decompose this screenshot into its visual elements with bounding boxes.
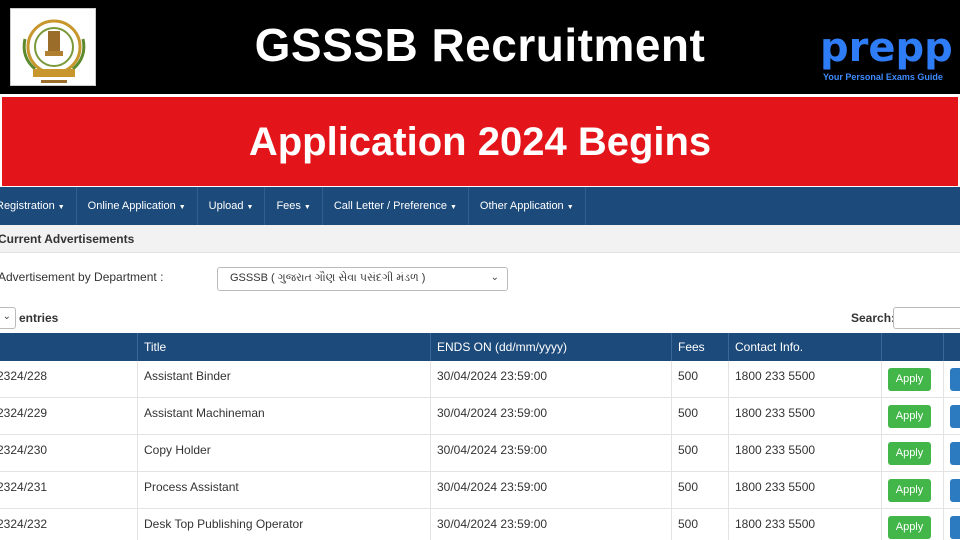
nav-label: Other Application [479,200,564,212]
nav-registration[interactable]: Registration ▼ [0,187,77,225]
apply-button[interactable]: Apply [888,479,931,502]
fees: 500 [672,398,729,434]
ends-on: 30/04/2024 23:59:00 [431,472,672,508]
apply-button[interactable]: Apply [888,516,931,539]
contact-info: 1800 233 5500 [729,509,882,540]
apply-button[interactable]: Apply [888,368,931,391]
nav-other-application[interactable]: Other Application ▼ [469,187,586,225]
page-title: GSSSB Recruitment [254,19,706,71]
details-button[interactable] [950,479,960,502]
caret-down-icon: ▼ [178,204,186,211]
caret-down-icon: ▼ [57,204,65,211]
post-title: Assistant Binder [138,361,431,397]
nav-call-letter[interactable]: Call Letter / Preference ▼ [323,187,469,225]
chevron-down-icon: ⌄ [490,272,499,283]
nav-label: Registration [0,200,55,212]
col-ends-on[interactable]: ENDS ON (dd/mm/yyyy) [431,333,672,361]
search-label: Search: [851,311,896,325]
col-contact[interactable]: Contact Info. [729,333,882,361]
fees: 500 [672,509,729,540]
nav-label: Upload [208,200,244,212]
ends-on: 30/04/2024 23:59:00 [431,435,672,471]
post-title: Desk Top Publishing Operator [138,509,431,540]
prepp-tagline: Your Personal Exams Guide [823,72,943,82]
screenshot-frame: GSSSB Recruitment Prepp Your Personal Ex… [0,0,960,540]
department-selected-value: GSSSB ( ગુજરાત ગૌણ સેવા પસંદગી મંડળ ) [230,272,426,284]
entries-length-select[interactable]: ⌄ [0,307,16,329]
post-title: Copy Holder [138,435,431,471]
department-filter-label: Advertisement by Department : [0,270,164,284]
contact-info: 1800 233 5500 [729,398,882,434]
caret-down-icon: ▼ [303,204,311,211]
table-row: 2324/230 Copy Holder 30/04/2024 23:59:00… [0,435,960,472]
nav-label: Online Application [87,200,176,212]
fees: 500 [672,472,729,508]
details-button[interactable] [950,516,960,539]
caret-down-icon: ▼ [449,204,457,211]
contact-info: 1800 233 5500 [729,472,882,508]
ends-on: 30/04/2024 23:59:00 [431,509,672,540]
apply-button[interactable]: Apply [888,442,931,465]
details-button[interactable] [950,368,960,391]
table-row: 2324/228 Assistant Binder 30/04/2024 23:… [0,361,960,398]
nav-fees[interactable]: Fees ▼ [265,187,323,225]
apply-button[interactable]: Apply [888,405,931,428]
details-button[interactable] [950,405,960,428]
chevron-down-icon: ⌄ [2,311,11,322]
nav-upload[interactable]: Upload ▼ [198,187,266,225]
col-action [882,333,944,361]
adv-number: 2324/229 [0,398,138,434]
caret-down-icon: ▼ [566,204,574,211]
fees: 500 [672,435,729,471]
main-nav: Registration ▼ Online Application ▼ Upload… [0,187,960,225]
title-banner: GSSSB Recruitment Prepp Your Personal Ex… [0,0,960,94]
adv-number: 2324/230 [0,435,138,471]
contact-info: 1800 233 5500 [729,435,882,471]
col-fees[interactable]: Fees [672,333,729,361]
table-row: 2324/232 Desk Top Publishing Operator 30… [0,509,960,540]
adv-number: 2324/232 [0,509,138,540]
col-title[interactable]: Title [138,333,431,361]
subtitle: Application 2024 Begins [248,120,712,164]
caret-down-icon: ▼ [246,204,254,211]
ends-on: 30/04/2024 23:59:00 [431,398,672,434]
ends-on: 30/04/2024 23:59:00 [431,361,672,397]
table-header: Title ENDS ON (dd/mm/yyyy) Fees Contact … [0,333,960,361]
nav-label: Fees [276,200,301,212]
nav-online-application[interactable]: Online Application ▼ [77,187,198,225]
post-title: Process Assistant [138,472,431,508]
nav-label: Call Letter / Preference [333,200,447,212]
col-adv-no[interactable] [0,333,138,361]
fees: 500 [672,361,729,397]
table-row: 2324/231 Process Assistant 30/04/2024 23… [0,472,960,509]
department-select[interactable]: GSSSB ( ગુજરાત ગૌણ સેવા પસંદગી મંડળ ) ⌄ [217,267,508,291]
table-row: 2324/229 Assistant Machineman 30/04/2024… [0,398,960,435]
details-button[interactable] [950,442,960,465]
col-action-2 [944,333,960,361]
adv-number: 2324/231 [0,472,138,508]
adv-number: 2324/228 [0,361,138,397]
prepp-logo: Prepp [820,25,953,71]
section-title: Current Advertisements [0,232,135,246]
post-title: Assistant Machineman [138,398,431,434]
section-header: Current Advertisements [0,225,960,253]
contact-info: 1800 233 5500 [729,361,882,397]
entries-label: entries [19,311,59,325]
search-input[interactable] [893,307,960,329]
